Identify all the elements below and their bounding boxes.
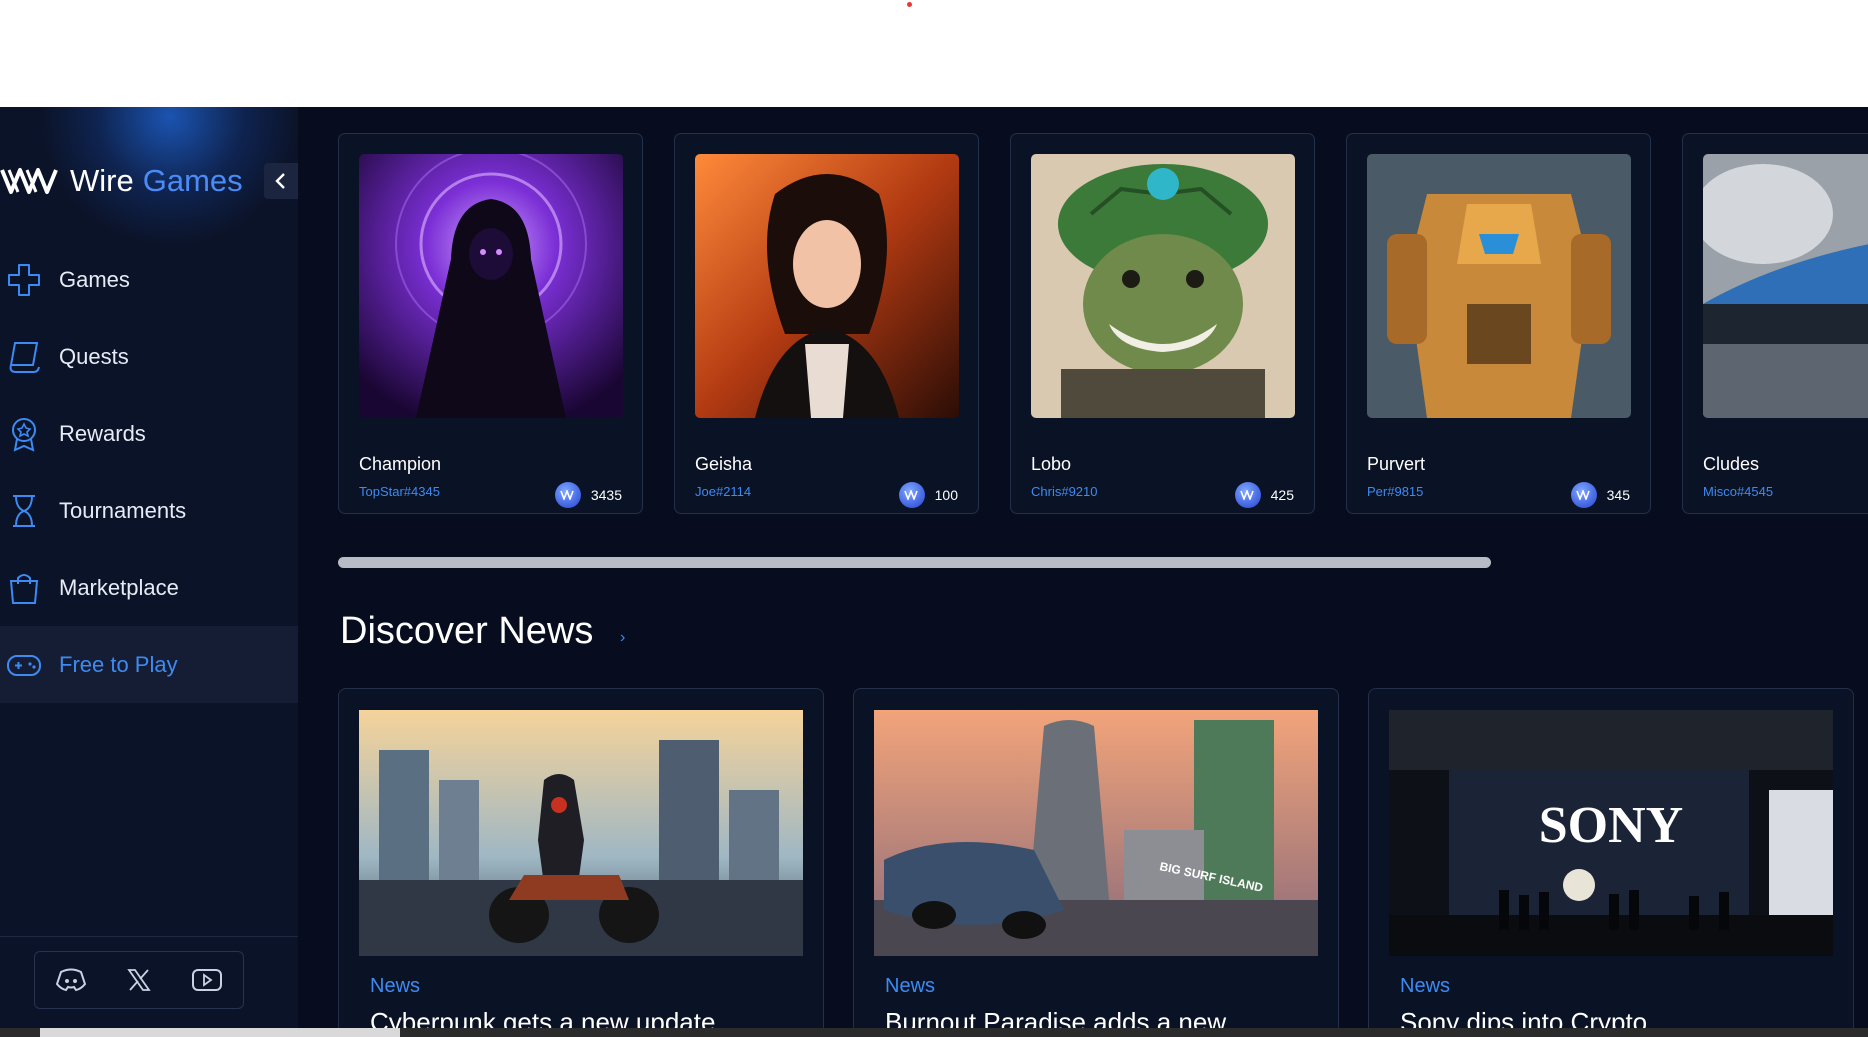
collapse-sidebar-button[interactable] [264,163,298,199]
player-tag[interactable]: Per#9815 [1367,484,1423,499]
sidebar-item-quests[interactable]: Quests [0,318,298,395]
player-score: 100 [898,482,958,508]
player-name: Purvert [1367,454,1426,474]
player-avatar-image [695,154,959,418]
player-score: 3435 [554,482,622,508]
sidebar-divider [0,936,298,937]
brand-logo[interactable]: Wire Games [0,159,243,203]
player-card[interactable]: Lobo Chris#9210 425 [1010,133,1315,514]
award-badge-icon [12,417,36,452]
player-avatar-image [359,154,623,418]
gamepad-icon [7,654,41,676]
discord-icon[interactable] [55,967,87,993]
wire-coin-icon [554,482,581,508]
app-window: Wire Games Games Quests Rewards Tourname… [0,107,1868,1037]
player-name: Cludes [1703,454,1760,474]
player-name: Champion [359,454,442,474]
youtube-icon[interactable] [191,967,223,993]
sidebar-item-label: Rewards [59,420,146,446]
player-tag[interactable]: Chris#9210 [1031,484,1098,499]
browser-top-area [0,0,1868,107]
wire-coin-icon [1570,482,1597,508]
sidebar-item-label: Games [59,266,130,292]
player-tag[interactable]: Joe#2114 [695,484,751,499]
player-card[interactable]: Geisha Joe#2114 100 [674,133,979,514]
gamepad-cross-icon [8,263,40,296]
player-card[interactable]: Purvert Per#9815 345 [1346,133,1651,514]
player-tag[interactable]: TopStar#4345 [359,484,440,499]
player-name: Geisha [695,454,753,474]
player-avatar-image [1703,154,1868,418]
horizontal-scrollbar-thumb[interactable] [40,1028,400,1037]
player-card[interactable]: Champion TopStar#4345 3435 [338,133,643,514]
sidebar-item-label: Marketplace [59,574,179,600]
news-category: News [885,975,936,997]
sidebar-item-free-to-play[interactable]: Free to Play [0,626,298,703]
main-content: Champion TopStar#4345 3435 Geisha Joe#21… [298,107,1868,1037]
x-icon[interactable] [126,967,152,993]
recording-indicator [907,2,912,7]
sidebar-item-rewards[interactable]: Rewards [0,395,298,472]
player-name: Lobo [1031,454,1072,474]
carousel-scrollbar[interactable] [338,557,1491,568]
sidebar-item-label: Free to Play [59,651,178,677]
brand-word-wire: Wire [70,163,134,198]
score-value: 100 [934,487,958,503]
section-arrow-link[interactable]: › [620,629,625,647]
sony-sign-text: SONY [1539,797,1683,854]
hourglass-icon [13,494,35,527]
news-category: News [370,975,421,997]
section-title: Discover News [340,610,594,652]
wire-coin-icon [1234,482,1261,508]
score-value: 3435 [590,487,622,503]
news-image [359,710,803,956]
player-tag[interactable]: Misco#4545 [1703,484,1773,499]
player-score: 345 [1570,482,1630,508]
chevron-left-icon [275,173,285,189]
shopping-bag-icon [9,573,39,604]
social-links [34,951,244,1009]
news-category: News [1400,975,1451,997]
sidebar-item-tournaments[interactable]: Tournaments [0,472,298,549]
wire-logo-icon [0,168,58,194]
player-avatar-image [1367,154,1631,418]
sidebar-nav: Games Quests Rewards Tournaments Marketp… [0,241,298,703]
sidebar-item-games[interactable]: Games [0,241,298,318]
news-image: BIG SURF ISLAND [874,710,1318,956]
sidebar-item-label: Quests [59,343,129,369]
sidebar: Wire Games Games Quests Rewards Tourname… [0,107,298,1037]
sidebar-item-label: Tournaments [59,497,187,523]
score-value: 425 [1270,487,1294,503]
sidebar-item-marketplace[interactable]: Marketplace [0,549,298,626]
news-image: SONY [1389,710,1833,956]
news-card[interactable]: News Cyberpunk gets a new update [338,688,824,1037]
brand-word-games: Games [142,163,243,198]
news-card[interactable]: SONY News Sony dips into Crypto [1368,688,1854,1037]
player-card[interactable]: Cludes Misco#4545 [1682,133,1868,514]
player-avatar-image [1031,154,1295,418]
news-card[interactable]: BIG SURF ISLAND News Burnout Paradise ad… [853,688,1339,1037]
player-score: 425 [1234,482,1294,508]
score-value: 345 [1606,487,1630,503]
wire-coin-icon [898,482,925,508]
quest-scroll-icon [9,341,40,373]
